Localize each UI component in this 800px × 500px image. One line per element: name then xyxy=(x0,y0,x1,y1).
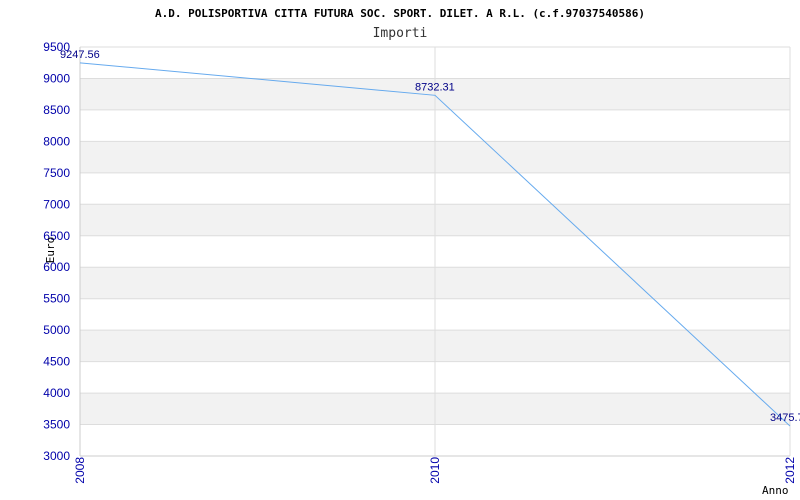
data-label: 3475.7 xyxy=(770,412,800,424)
y-tick-label: 5000 xyxy=(43,323,70,337)
y-tick-label: 8500 xyxy=(43,103,70,117)
y-tick-label: 7500 xyxy=(43,166,70,180)
y-tick-label: 4500 xyxy=(43,355,70,369)
chart-title: A.D. POLISPORTIVA CITTA FUTURA SOC. SPOR… xyxy=(155,7,645,20)
y-tick-label: 9000 xyxy=(43,71,70,85)
y-tick-label: 3500 xyxy=(43,418,70,432)
x-axis-title: Anno xyxy=(762,484,789,497)
y-tick-label: 3000 xyxy=(43,449,70,463)
x-tick-labels: 2008 2010 2012 xyxy=(73,457,797,484)
y-tick-label: 8000 xyxy=(43,134,70,148)
x-tick-label: 2010 xyxy=(428,457,442,484)
y-axis-title: Euro xyxy=(44,237,57,264)
y-tick-label: 7000 xyxy=(43,197,70,211)
data-label: 9247.56 xyxy=(60,49,100,61)
y-tick-label: 4000 xyxy=(43,386,70,400)
line-chart: 3000350040004500500055006000650070007500… xyxy=(43,7,800,497)
chart-subtitle: Importi xyxy=(373,26,428,41)
y-tick-label: 5500 xyxy=(43,292,70,306)
x-tick-label: 2012 xyxy=(783,457,797,484)
x-tick-label: 2008 xyxy=(73,457,87,484)
data-label: 8732.31 xyxy=(415,81,455,93)
